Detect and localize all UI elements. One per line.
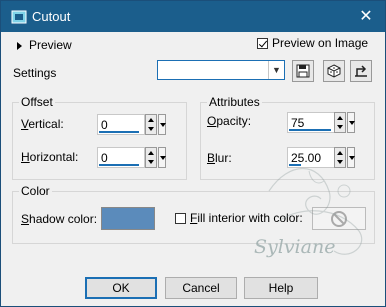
vertical-dropdown[interactable] [158, 114, 166, 135]
reset-arrow-icon [355, 65, 367, 77]
chevron-down-icon[interactable]: ▼ [268, 61, 284, 79]
cutout-dialog: Cutout ✕ Preview Preview on Image Settin… [0, 0, 386, 307]
preview-on-image-label: Preview on Image [272, 36, 369, 50]
app-icon [11, 10, 27, 24]
dice-icon [327, 64, 341, 78]
opacity-label: Opacity: [207, 114, 252, 128]
horizontal-slider-bar [99, 164, 139, 166]
close-icon[interactable]: ✕ [355, 7, 377, 27]
watermark-text: Sylviane [254, 236, 336, 258]
preview-on-image-checkbox[interactable] [257, 38, 268, 50]
opacity-dropdown[interactable] [347, 112, 355, 133]
offset-group-title: Offset [19, 95, 55, 109]
vertical-slider-bar [99, 131, 139, 133]
horizontal-input[interactable]: 0 [97, 147, 145, 168]
opacity-spinner[interactable] [334, 112, 346, 133]
cancel-button[interactable]: Cancel [165, 277, 237, 299]
horizontal-spinner[interactable] [145, 147, 157, 168]
expand-arrow-icon [17, 41, 22, 50]
preview-on-image-option[interactable]: Preview on Image [257, 36, 368, 50]
vertical-value: 0 [101, 118, 108, 132]
horizontal-label: Horizontal: [21, 150, 79, 164]
attributes-group-title: Attributes [207, 95, 262, 109]
shadow-color-label: Shadow color: [21, 212, 98, 226]
horizontal-dropdown[interactable] [158, 147, 166, 168]
settings-label: Settings [13, 66, 57, 80]
opacity-input[interactable]: 75 [287, 112, 335, 133]
watermark-flourish [268, 167, 363, 255]
settings-select[interactable]: ▼ [157, 60, 285, 80]
shadow-color-swatch[interactable] [101, 207, 155, 230]
vertical-label: Vertical: [21, 117, 64, 131]
preview-toggle[interactable]: Preview [17, 38, 72, 52]
color-group-title: Color [19, 184, 52, 198]
ok-button[interactable]: OK [85, 277, 157, 299]
opacity-value: 75 [291, 116, 305, 130]
preview-toggle-label: Preview [29, 38, 72, 52]
reset-button[interactable] [350, 60, 372, 82]
vertical-spinner[interactable] [145, 114, 157, 135]
floppy-disk-icon [296, 64, 310, 78]
title-bar[interactable]: Cutout ✕ [1, 1, 385, 32]
horizontal-value: 0 [101, 151, 108, 165]
window-title: Cutout [32, 9, 71, 24]
blur-label: Blur: [207, 151, 232, 165]
vertical-input[interactable]: 0 [97, 114, 145, 135]
fill-interior-checkbox[interactable] [175, 213, 186, 225]
save-preset-button[interactable] [292, 60, 314, 82]
opacity-slider-bar [289, 129, 331, 131]
help-button[interactable]: Help [244, 277, 318, 299]
randomize-button[interactable] [323, 60, 345, 82]
